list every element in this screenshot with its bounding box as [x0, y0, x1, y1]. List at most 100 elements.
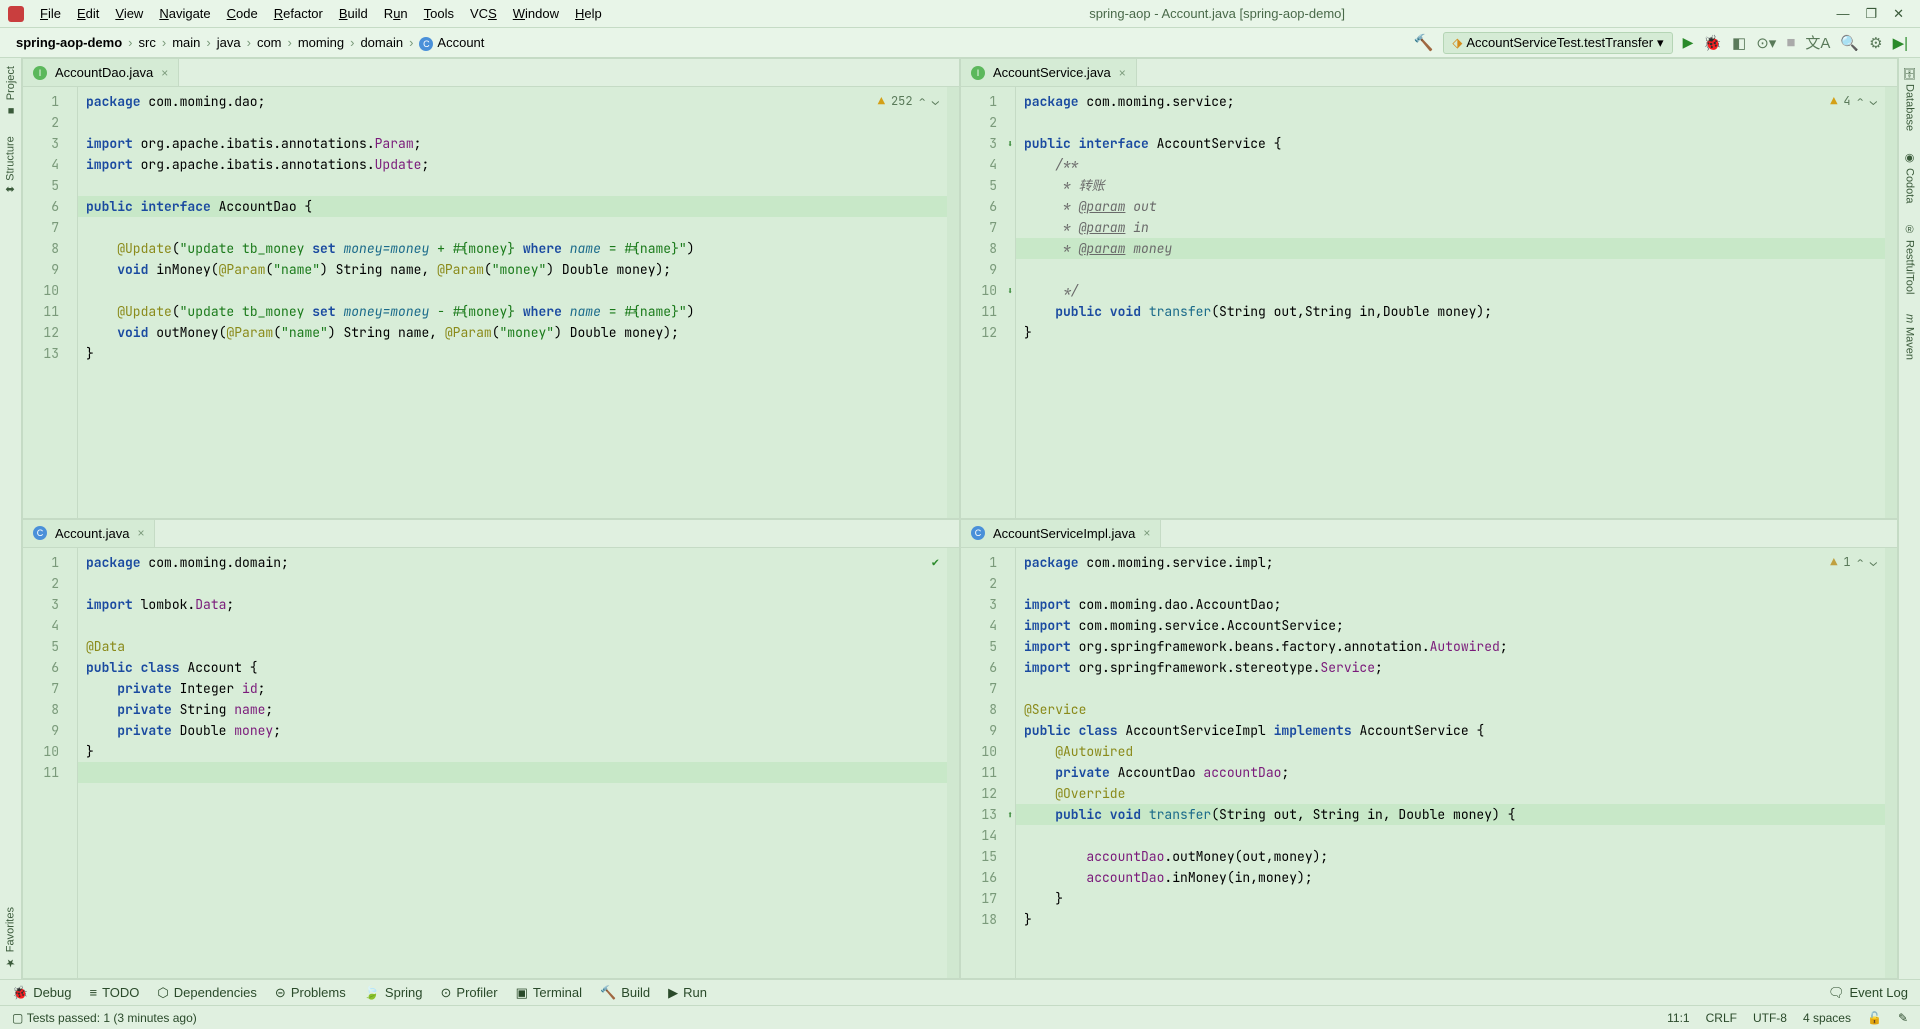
tool-problems[interactable]: ⊝Problems: [275, 985, 346, 1001]
breadcrumb-com[interactable]: com: [253, 35, 286, 50]
breadcrumb-main[interactable]: main: [168, 35, 204, 50]
breadcrumb-domain[interactable]: domain: [356, 35, 407, 50]
breadcrumb-project[interactable]: spring-aop-demo: [12, 35, 126, 50]
tab-close-icon[interactable]: ×: [1119, 66, 1126, 80]
inspection-widget[interactable]: ▲ 252 ⌃ ⌄: [878, 91, 939, 112]
tool-dependencies[interactable]: ⬡Dependencies: [157, 985, 256, 1001]
gutter: 123⬇45678910⬇1112: [961, 87, 1016, 518]
maximize-icon[interactable]: ❐: [1865, 6, 1877, 22]
tool-terminal[interactable]: ▣Terminal: [516, 985, 582, 1001]
build-icon: 🔨: [600, 985, 616, 1001]
code-area[interactable]: package com.moming.domain; import lombok…: [78, 548, 947, 979]
tab-account[interactable]: C Account.java ×: [23, 520, 155, 547]
menu-edit[interactable]: Edit: [69, 6, 107, 21]
ok-icon: ✔: [932, 552, 939, 573]
menu-file[interactable]: File: [32, 6, 69, 21]
tool-project[interactable]: ■Project: [5, 66, 17, 116]
tool-database[interactable]: 🗄Database: [1903, 66, 1916, 131]
breadcrumb-moming[interactable]: moming: [294, 35, 348, 50]
editor-grid: I AccountDao.java × 12345678910111213 pa…: [22, 58, 1898, 979]
chevron-right-icon: ›: [286, 35, 294, 50]
menu-refactor[interactable]: Refactor: [266, 6, 331, 21]
menu-navigate[interactable]: Navigate: [151, 6, 218, 21]
editor-body[interactable]: 123⬇45678910⬇1112 package com.moming.ser…: [961, 87, 1897, 518]
code-area[interactable]: package com.moming.service.impl; import …: [1016, 548, 1885, 979]
tab-close-icon[interactable]: ×: [161, 66, 168, 80]
debug-icon: 🐞: [12, 985, 28, 1001]
tab-accountservice[interactable]: I AccountService.java ×: [961, 59, 1137, 86]
tool-favorites[interactable]: ★Favorites: [4, 907, 17, 969]
menu-code[interactable]: Code: [219, 6, 266, 21]
nav-down-icon[interactable]: ⌄: [1870, 91, 1877, 112]
tool-spring[interactable]: 🍃Spring: [364, 985, 423, 1001]
debug-icon[interactable]: 🐞: [1703, 34, 1722, 52]
tab-accountdao[interactable]: I AccountDao.java ×: [23, 59, 179, 86]
implements-marker-icon[interactable]: ⬇: [1007, 280, 1013, 301]
tool-maven[interactable]: mMaven: [1904, 314, 1916, 360]
menu-window[interactable]: Window: [505, 6, 567, 21]
interface-icon: I: [971, 66, 985, 80]
tool-codota[interactable]: ◉Codota: [1903, 151, 1916, 203]
menu-tools[interactable]: Tools: [416, 6, 462, 21]
inspection-widget[interactable]: ✔: [932, 552, 939, 573]
menu-build[interactable]: Build: [331, 6, 376, 21]
tool-run[interactable]: ▶Run: [668, 985, 707, 1001]
tool-build[interactable]: 🔨Build: [600, 985, 650, 1001]
implements-marker-icon[interactable]: ⬇: [1007, 133, 1013, 154]
settings-icon[interactable]: ⚙: [1869, 34, 1882, 52]
status-pen-icon[interactable]: ✎: [1898, 1011, 1908, 1025]
status-lineending[interactable]: CRLF: [1706, 1011, 1737, 1025]
tool-restful[interactable]: ®RestfulTool: [1904, 224, 1916, 294]
editor-body[interactable]: 12345678910111213⬆1415161718 package com…: [961, 548, 1897, 979]
scrollbar[interactable]: [1885, 548, 1897, 979]
menu-run[interactable]: Run: [376, 6, 416, 21]
menu-vcs[interactable]: VCS: [462, 6, 505, 21]
next-icon[interactable]: ▶|: [1893, 34, 1908, 52]
tool-profiler[interactable]: ⊙Profiler: [441, 985, 498, 1001]
status-encoding[interactable]: UTF-8: [1753, 1011, 1787, 1025]
status-position[interactable]: 11:1: [1667, 1011, 1689, 1025]
nav-down-icon[interactable]: ⌄: [1870, 552, 1877, 573]
nav-up-icon[interactable]: ⌃: [1857, 552, 1864, 573]
code-area[interactable]: package com.moming.dao; import org.apach…: [78, 87, 947, 518]
run-button-icon[interactable]: ▶: [1683, 34, 1694, 51]
menubar: File Edit View Navigate Code Refactor Bu…: [0, 0, 1920, 28]
scrollbar[interactable]: [1885, 87, 1897, 518]
editor-body[interactable]: 1234567891011 package com.moming.domain;…: [23, 548, 959, 979]
scrollbar[interactable]: [947, 87, 959, 518]
run-config-selector[interactable]: ⬗ AccountServiceTest.testTransfer ▾: [1443, 32, 1672, 54]
breadcrumb-class[interactable]: CAccount: [415, 35, 488, 51]
nav-up-icon[interactable]: ⌃: [1857, 91, 1864, 112]
override-marker-icon[interactable]: ⬆: [1007, 804, 1013, 825]
build-icon[interactable]: 🔨: [1413, 33, 1433, 53]
tool-eventlog[interactable]: 🗨Event Log: [1828, 985, 1908, 1001]
status-lock-icon[interactable]: 🔓: [1867, 1011, 1882, 1025]
tab-close-icon[interactable]: ×: [1143, 526, 1150, 540]
status-indent[interactable]: 4 spaces: [1803, 1011, 1851, 1025]
tab-accountserviceimpl[interactable]: C AccountServiceImpl.java ×: [961, 520, 1161, 547]
minimize-icon[interactable]: —: [1836, 6, 1849, 22]
nav-down-icon[interactable]: ⌄: [932, 91, 939, 112]
tab-close-icon[interactable]: ×: [137, 526, 144, 540]
menu-view[interactable]: View: [107, 6, 151, 21]
coverage-icon[interactable]: ◧: [1732, 34, 1746, 52]
status-icon[interactable]: ▢: [12, 1011, 23, 1025]
profile-icon[interactable]: ⊙▾: [1756, 34, 1776, 52]
nav-up-icon[interactable]: ⌃: [919, 91, 926, 112]
tool-todo[interactable]: ≡TODO: [90, 985, 140, 1000]
close-icon[interactable]: ✕: [1893, 6, 1904, 22]
inspection-widget[interactable]: ▲ 1 ⌃ ⌄: [1830, 552, 1877, 573]
tab-row: I AccountService.java ×: [961, 59, 1897, 87]
search-icon[interactable]: 🔍: [1840, 34, 1859, 52]
translate-icon[interactable]: 文A: [1805, 32, 1830, 53]
tool-debug[interactable]: 🐞Debug: [12, 985, 72, 1001]
tool-structure[interactable]: ⬍Structure: [4, 136, 17, 194]
menu-help[interactable]: Help: [567, 6, 610, 21]
stop-icon[interactable]: ■: [1786, 34, 1795, 51]
inspection-widget[interactable]: ▲ 4 ⌃ ⌄: [1830, 91, 1877, 112]
editor-body[interactable]: 12345678910111213 package com.moming.dao…: [23, 87, 959, 518]
breadcrumb-java[interactable]: java: [213, 35, 245, 50]
scrollbar[interactable]: [947, 548, 959, 979]
breadcrumb-src[interactable]: src: [135, 35, 160, 50]
code-area[interactable]: package com.moming.service; public inter…: [1016, 87, 1885, 518]
